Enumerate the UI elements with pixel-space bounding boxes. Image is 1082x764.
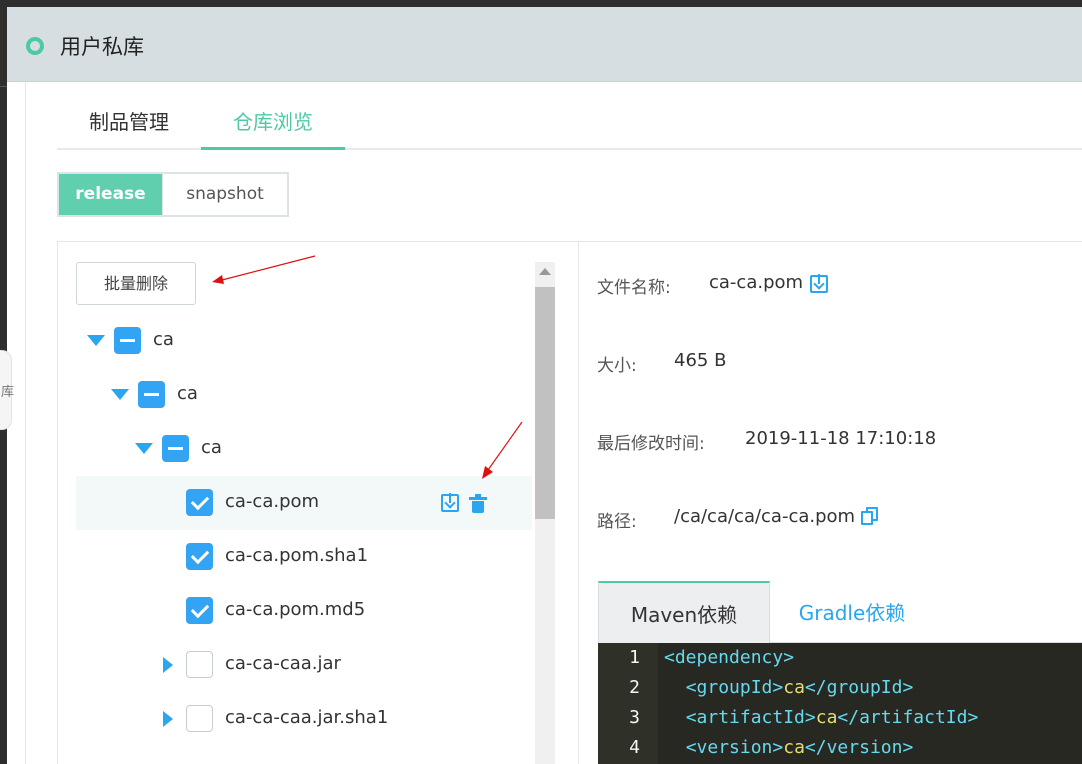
- tree-node[interactable]: ca: [76, 314, 532, 368]
- xml-value: ca: [783, 737, 805, 758]
- tree-checkbox[interactable]: [162, 435, 189, 462]
- tree-node-label: ca-ca-caa.jar: [225, 653, 341, 674]
- private-repo-panel: 用户私库 制品管理 仓库浏览 release snapshot 批量删除 ca …: [7, 7, 1082, 764]
- tree-node-label: ca-ca.pom.sha1: [225, 545, 369, 566]
- modified-label: 最后修改时间:: [597, 434, 705, 454]
- file-tree-panel: 批量删除 ca ca ca ca-ca.pom ca-ca.pom.sha1 c…: [57, 241, 578, 764]
- xml-tag: </groupId>: [804, 677, 914, 698]
- page-title: 用户私库: [60, 35, 144, 59]
- tree-node[interactable]: ca-ca-caa.jar: [76, 638, 532, 692]
- line-number: 1: [629, 647, 640, 668]
- tree-node-label: ca: [177, 383, 198, 404]
- xml-tag: <artifactId>: [685, 707, 816, 728]
- size-value: 465 B: [674, 350, 727, 371]
- download-icon[interactable]: [810, 274, 828, 293]
- tab-repo-browse[interactable]: 仓库浏览: [201, 82, 345, 150]
- xml-value: ca: [783, 677, 805, 698]
- tree-node-label: ca: [201, 437, 222, 458]
- trash-icon[interactable]: [469, 494, 487, 513]
- code-editor[interactable]: 1 <dependency> 2 <groupId>ca</groupId> 3…: [598, 643, 1082, 764]
- scrollbar-thumb[interactable]: [535, 287, 555, 519]
- code-line: 1 <dependency>: [598, 643, 1082, 673]
- repo-type-switch: release snapshot: [57, 172, 289, 217]
- side-collapse-handle[interactable]: 库: [0, 350, 15, 430]
- download-icon[interactable]: [441, 493, 459, 512]
- status-ring-icon: [26, 37, 44, 55]
- main-tabs: 制品管理 仓库浏览: [57, 82, 1082, 150]
- tab-gradle-dependency[interactable]: Gradle依赖: [770, 581, 934, 643]
- filename-label: 文件名称:: [597, 278, 671, 298]
- side-handle-text: 库: [1, 385, 15, 400]
- scroll-up-arrow-icon[interactable]: [539, 268, 551, 275]
- dependency-snippet: Maven依赖 Gradle依赖 1 <dependency> 2 <group…: [598, 581, 1082, 764]
- code-line: 2 <groupId>ca</groupId>: [598, 673, 1082, 703]
- tree-node-selected[interactable]: ca-ca.pom: [76, 476, 532, 530]
- release-button[interactable]: release: [59, 174, 162, 215]
- xml-tag: <version>: [685, 737, 784, 758]
- tree-checkbox[interactable]: [138, 381, 165, 408]
- modified-value: 2019-11-18 17:10:18: [745, 428, 937, 449]
- caret-right-icon[interactable]: [163, 657, 173, 673]
- dependency-tabs: Maven依赖 Gradle依赖: [598, 581, 1082, 643]
- path-label: 路径:: [597, 512, 637, 532]
- line-number: 3: [629, 707, 640, 728]
- tree-node[interactable]: ca: [76, 422, 532, 476]
- tree-node-label: ca: [153, 329, 174, 350]
- tree-node[interactable]: ca-ca-caa.jar.sha1: [76, 692, 532, 746]
- tree-node[interactable]: ca-ca.pom.md5: [76, 584, 532, 638]
- size-label: 大小:: [597, 356, 637, 376]
- tree-checkbox[interactable]: [186, 651, 213, 678]
- tree-node-label: ca-ca.pom.md5: [225, 599, 366, 620]
- tab-maven-dependency[interactable]: Maven依赖: [598, 581, 770, 643]
- copy-icon[interactable]: [861, 507, 879, 526]
- tree-checkbox[interactable]: [186, 597, 213, 624]
- xml-tag: </artifactId>: [837, 707, 979, 728]
- tree-node-label: ca-ca.pom: [225, 491, 320, 512]
- tree-scrollbar[interactable]: [535, 262, 555, 764]
- code-line: 4 <version>ca</version>: [598, 733, 1082, 763]
- batch-delete-button[interactable]: 批量删除: [76, 262, 196, 305]
- tree-node[interactable]: [76, 746, 532, 764]
- snapshot-button[interactable]: snapshot: [162, 174, 287, 215]
- path-value: /ca/ca/ca/ca-ca.pom: [674, 506, 856, 527]
- line-number: 4: [629, 737, 640, 758]
- tree-node[interactable]: ca-ca.pom.sha1: [76, 530, 532, 584]
- xml-tag: <groupId>: [685, 677, 784, 698]
- tree-node[interactable]: ca: [76, 368, 532, 422]
- caret-down-icon[interactable]: [111, 389, 129, 400]
- caret-down-icon[interactable]: [87, 335, 105, 346]
- tree-node-label: ca-ca-caa.jar.sha1: [225, 707, 389, 728]
- line-number: 2: [629, 677, 640, 698]
- file-detail-panel: 文件名称: ca-ca.pom 大小: 465 B 最后修改时间: 2019-1…: [578, 241, 1082, 764]
- filename-value: ca-ca.pom: [709, 272, 804, 293]
- caret-right-icon[interactable]: [163, 711, 173, 727]
- xml-tag: <dependency>: [664, 647, 795, 668]
- tab-artifact-management[interactable]: 制品管理: [57, 82, 201, 150]
- tree-checkbox[interactable]: [114, 327, 141, 354]
- code-line: 3 <artifactId>ca</artifactId>: [598, 703, 1082, 733]
- xml-tag: </version>: [804, 737, 914, 758]
- xml-value: ca: [815, 707, 838, 728]
- tree-checkbox[interactable]: [186, 543, 213, 570]
- edge-divider: [0, 86, 7, 87]
- caret-down-icon[interactable]: [135, 443, 153, 454]
- panel-header: 用户私库: [7, 7, 1082, 82]
- tree-checkbox[interactable]: [186, 489, 213, 516]
- tree-checkbox[interactable]: [186, 705, 213, 732]
- window-top-edge: [0, 0, 1082, 7]
